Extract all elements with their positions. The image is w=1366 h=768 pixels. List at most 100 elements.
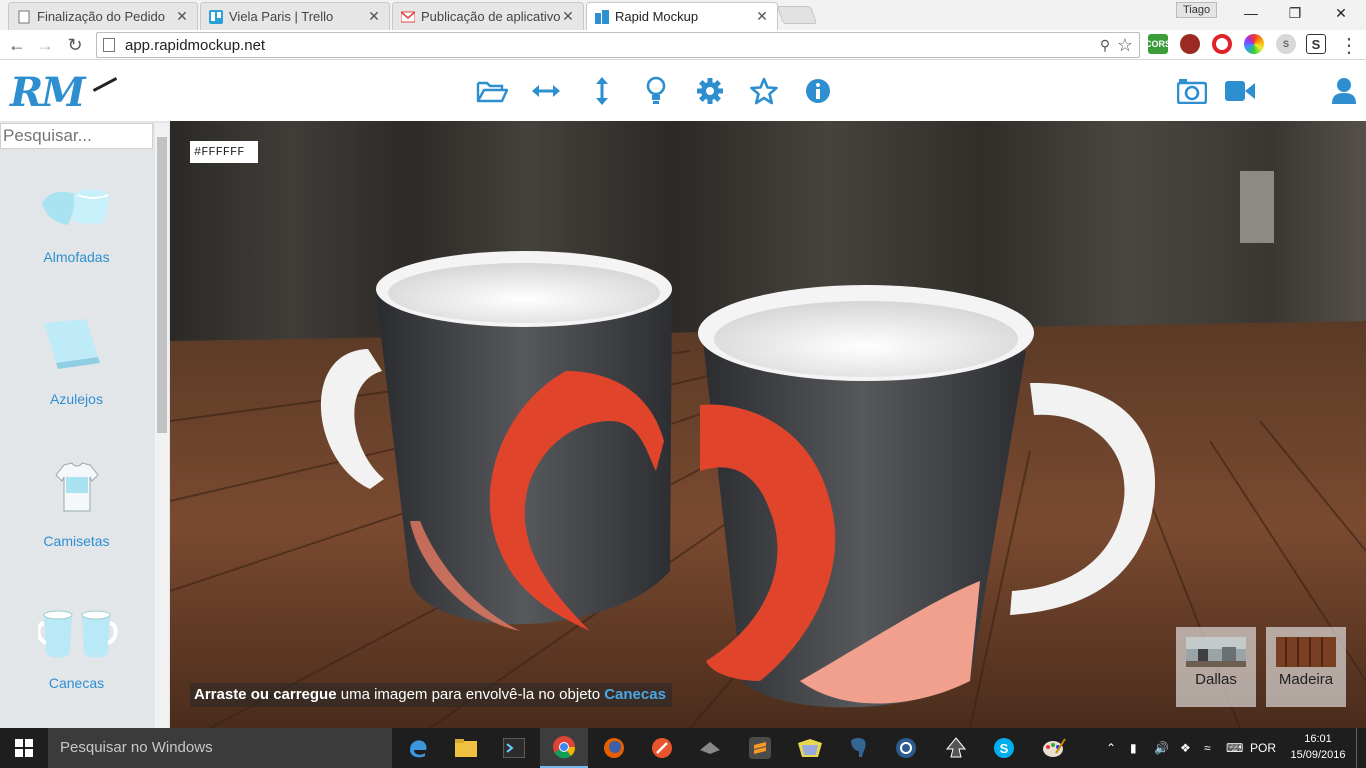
scene-dallas[interactable]: Dallas <box>1176 627 1256 707</box>
app-compass-icon[interactable] <box>882 728 930 768</box>
tab-finalizacao[interactable]: Finalização do Pedido ✕ <box>8 2 198 30</box>
s-extension-icon[interactable]: S <box>1306 34 1326 54</box>
forward-icon[interactable]: → <box>34 34 56 56</box>
arrows-vertical-icon[interactable] <box>586 75 618 107</box>
dallas-thumbnail <box>1186 637 1246 667</box>
new-tab-button[interactable] <box>776 6 818 24</box>
folder-open-icon[interactable] <box>476 75 508 107</box>
tab-title: Rapid Mockup <box>615 9 699 24</box>
windows-taskbar: Pesquisar no Windows S ⌃ ▮ 🔊 ❖ ≈ ⌨ POR 1… <box>0 728 1366 768</box>
arrows-horizontal-icon[interactable] <box>530 75 562 107</box>
app-logo[interactable]: RM <box>10 69 86 116</box>
url-text: app.rapidmockup.net <box>125 36 266 54</box>
browser-tabstrip: Finalização do Pedido ✕ Viela Paris | Tr… <box>0 0 1366 30</box>
back-icon[interactable]: ← <box>6 34 28 56</box>
tab-trello[interactable]: Viela Paris | Trello ✕ <box>200 2 390 30</box>
menu-icon[interactable]: ⋮ <box>1338 34 1360 57</box>
wifi-icon[interactable]: ≈ <box>1204 728 1211 768</box>
gmail-icon <box>401 10 415 22</box>
category-almofadas[interactable]: Almofadas <box>0 171 153 311</box>
game-icon[interactable] <box>686 728 734 768</box>
category-camisetas[interactable]: Camisetas <box>0 455 153 595</box>
cors-extension-icon[interactable]: CORS <box>1145 34 1171 54</box>
inkscape-icon[interactable] <box>932 728 980 768</box>
scene-madeira[interactable]: Madeira <box>1266 627 1346 707</box>
windows-search-box[interactable]: Pesquisar no Windows <box>48 728 392 768</box>
address-bar[interactable]: app.rapidmockup.net <box>96 32 1140 58</box>
tab-title: Finalização do Pedido <box>37 9 165 24</box>
category-sidebar: Almofadas Azulejos Camisetas Canecas <box>0 121 170 728</box>
profile-button[interactable]: Tiago <box>1176 2 1218 18</box>
scrollbar-thumb[interactable] <box>157 137 167 433</box>
pen-icon <box>92 77 118 92</box>
tshirt-icon <box>55 462 99 512</box>
minimize-icon[interactable]: — <box>1228 0 1274 26</box>
pillow-icon <box>42 189 110 225</box>
lightbulb-icon[interactable] <box>640 75 672 107</box>
video-icon[interactable] <box>1224 75 1256 107</box>
info-icon[interactable] <box>802 75 834 107</box>
key-icon[interactable]: ⚲ <box>1094 34 1116 56</box>
sublime-text-icon[interactable] <box>736 728 784 768</box>
postgres-icon[interactable] <box>834 728 882 768</box>
taskbar-clock[interactable]: 16:01 15/09/2016 <box>1286 731 1350 763</box>
close-tab-icon[interactable]: ✕ <box>367 8 381 25</box>
hint-object-name: Canecas <box>604 686 666 703</box>
star-icon[interactable] <box>748 75 780 107</box>
page-icon <box>18 10 30 23</box>
dropbox-icon[interactable]: ❖ <box>1180 728 1191 768</box>
color-wheel-extension-icon[interactable] <box>1244 34 1264 54</box>
chrome-icon[interactable] <box>540 728 588 768</box>
reload-icon[interactable]: ↻ <box>64 34 86 56</box>
folder-sync-icon[interactable] <box>786 728 834 768</box>
scene-label: Dallas <box>1195 671 1237 688</box>
scene-label: Madeira <box>1278 671 1334 688</box>
keyboard-icon[interactable]: ⌨ <box>1226 728 1243 768</box>
close-window-icon[interactable]: ✕ <box>1318 0 1364 26</box>
mockup-canvas[interactable]: #FFFFFF Arraste ou carregue uma imagem p… <box>170 121 1366 728</box>
tab-gmail[interactable]: Publicação de aplicativo W ✕ <box>392 2 584 30</box>
edge-icon[interactable] <box>394 728 442 768</box>
skype-extension-icon[interactable]: S <box>1276 34 1296 54</box>
git-tool-icon[interactable] <box>638 728 686 768</box>
tomato-extension-icon[interactable] <box>1180 34 1200 54</box>
restore-icon[interactable]: ❐ <box>1272 0 1318 26</box>
terminal-icon[interactable] <box>490 728 538 768</box>
category-canecas[interactable]: Canecas <box>0 597 153 728</box>
close-tab-icon[interactable]: ✕ <box>755 8 769 25</box>
background-color-swatch[interactable]: #FFFFFF <box>190 141 258 163</box>
volume-icon[interactable]: 🔊 <box>1154 728 1169 768</box>
paint-icon[interactable] <box>1030 728 1078 768</box>
app-header: RM <box>0 61 1366 121</box>
tab-title: Viela Paris | Trello <box>229 9 334 24</box>
page-info-icon[interactable] <box>103 38 115 52</box>
clock-time: 16:01 <box>1304 733 1332 745</box>
svg-text:S: S <box>1000 741 1009 756</box>
madeira-thumbnail <box>1276 637 1336 667</box>
search-input[interactable] <box>0 123 153 149</box>
tab-title: Publicação de aplicativo W <box>421 9 561 24</box>
category-label: Camisetas <box>43 533 110 549</box>
show-hidden-icons[interactable]: ⌃ <box>1106 728 1116 768</box>
file-explorer-icon[interactable] <box>442 728 490 768</box>
upload-hint[interactable]: Arraste ou carregue uma imagem para envo… <box>190 683 672 707</box>
close-tab-icon[interactable]: ✕ <box>175 8 189 25</box>
skype-icon[interactable]: S <box>980 728 1028 768</box>
bookmark-star-icon[interactable]: ☆ <box>1114 34 1136 56</box>
gear-icon[interactable] <box>694 75 726 107</box>
show-desktop-button[interactable] <box>1356 728 1366 768</box>
user-icon[interactable] <box>1328 75 1360 107</box>
tile-icon <box>44 319 100 369</box>
language-indicator[interactable]: POR <box>1250 728 1276 768</box>
camera-icon[interactable] <box>1176 75 1208 107</box>
hint-bold-text: Arraste ou carregue <box>194 686 337 703</box>
opera-extension-icon[interactable] <box>1212 34 1232 54</box>
windows-start-icon[interactable] <box>0 728 48 768</box>
category-label: Almofadas <box>43 249 110 265</box>
close-tab-icon[interactable]: ✕ <box>561 8 575 25</box>
battery-icon[interactable]: ▮ <box>1130 728 1137 768</box>
tab-rapid-mockup[interactable]: Rapid Mockup ✕ <box>586 2 778 30</box>
category-label: Azulejos <box>50 391 103 407</box>
firefox-icon[interactable] <box>590 728 638 768</box>
category-azulejos[interactable]: Azulejos <box>0 313 153 453</box>
